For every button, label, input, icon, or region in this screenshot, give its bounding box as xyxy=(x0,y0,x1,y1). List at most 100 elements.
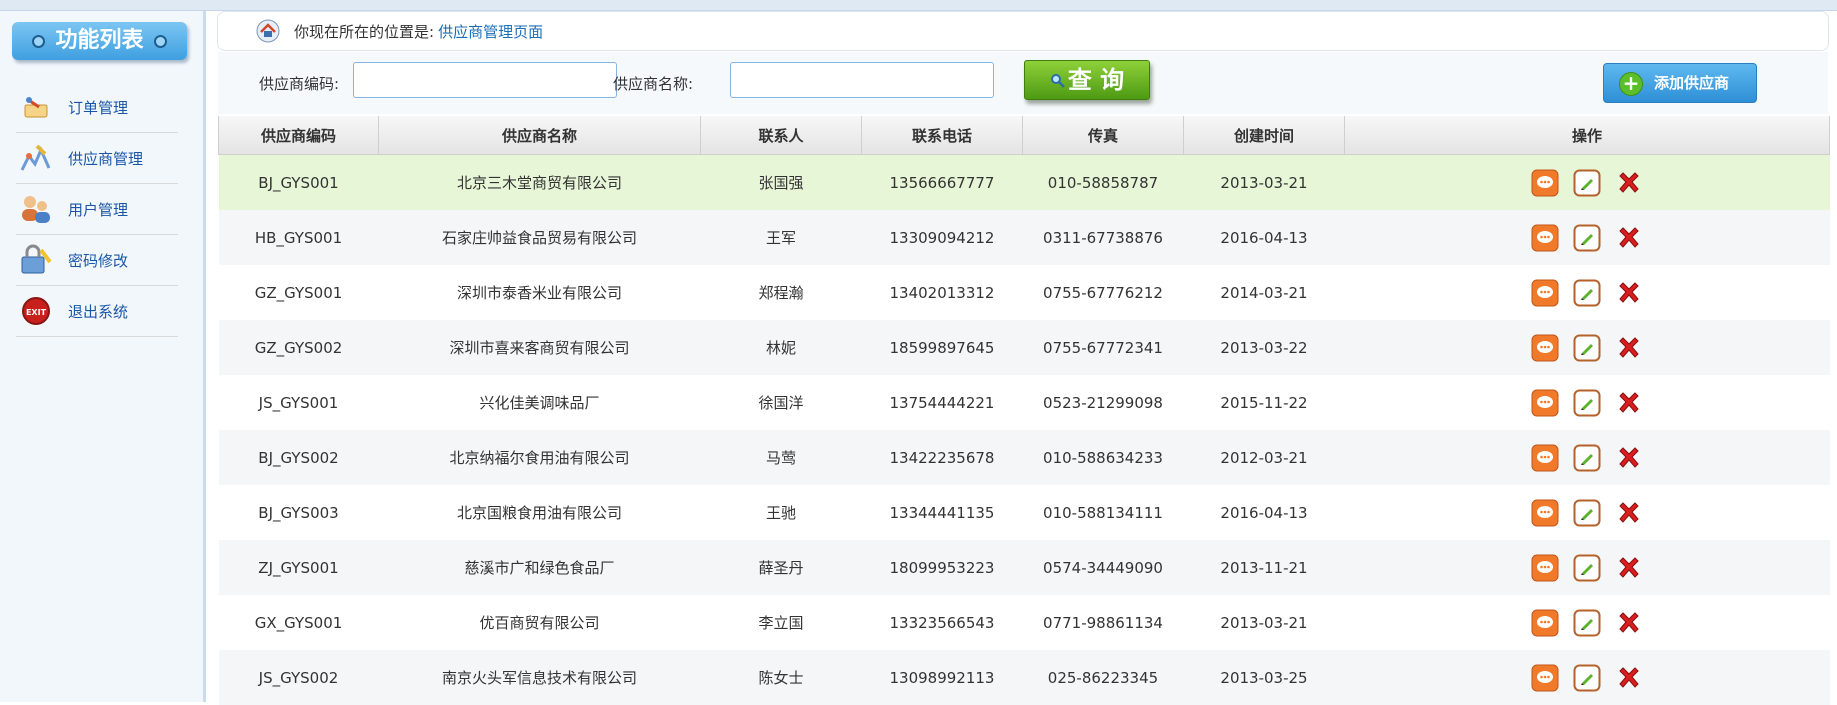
cell-actions xyxy=(1345,375,1830,430)
delete-icon[interactable] xyxy=(1615,334,1643,362)
users-icon xyxy=(18,191,54,227)
cell-contact: 林妮 xyxy=(700,320,862,375)
query-button[interactable]: 查 询 xyxy=(1024,60,1150,100)
view-icon[interactable] xyxy=(1531,279,1559,307)
header-actions: 操作 xyxy=(1344,116,1830,155)
cell-code: BJ_GYS001 xyxy=(218,154,379,210)
cell-actions xyxy=(1344,650,1830,705)
cell-phone: 13566667777 xyxy=(861,154,1023,210)
view-icon[interactable] xyxy=(1531,554,1559,582)
sidebar-item-exit[interactable]: EXIT 退出系统 xyxy=(16,286,178,337)
table-row[interactable]: JS_GYS001 兴化佳美调味品厂 徐国洋 13754444221 0523-… xyxy=(219,375,1830,430)
sidebar-item-orders[interactable]: 订单管理 xyxy=(16,82,178,133)
edit-icon[interactable] xyxy=(1573,554,1601,582)
edit-icon[interactable] xyxy=(1573,279,1601,307)
cell-contact: 李立国 xyxy=(758,614,804,632)
edit-icon[interactable] xyxy=(1573,499,1601,527)
sidebar-title: 功能列表 xyxy=(12,22,187,60)
table-row[interactable]: BJ_GYS002 北京纳福尔食用油有限公司 马莺 13422235678 01… xyxy=(218,430,1830,485)
header-name[interactable]: 供应商名称 xyxy=(378,116,701,155)
edit-icon[interactable] xyxy=(1573,444,1601,472)
view-icon[interactable] xyxy=(1531,334,1559,362)
title-dot-icon xyxy=(153,34,167,48)
cell-code: JS_GYS001 xyxy=(258,393,339,412)
view-icon[interactable] xyxy=(1531,389,1559,417)
table-row[interactable]: HB_GYS001 石家庄帅益食品贸易有限公司 王军 13309094212 0… xyxy=(218,210,1830,265)
view-icon[interactable] xyxy=(1531,169,1559,197)
cell-code: GZ_GYS001 xyxy=(254,283,343,302)
supplier-name-input[interactable] xyxy=(730,62,994,98)
cell-contact: 马莺 xyxy=(700,430,862,485)
edit-icon[interactable] xyxy=(1573,334,1601,362)
sidebar-item-suppliers[interactable]: 供应商管理 xyxy=(16,133,178,184)
cell-created: 2013-03-21 xyxy=(1183,154,1345,210)
table-row[interactable]: JS_GYS002 南京火头军信息技术有限公司 陈女士 13098992113 … xyxy=(218,650,1830,705)
cell-code: JS_GYS002 xyxy=(218,650,379,705)
home-icon[interactable] xyxy=(255,19,281,47)
edit-icon[interactable] xyxy=(1573,664,1601,692)
cell-phone: 13323566543 xyxy=(889,613,995,632)
delete-icon[interactable] xyxy=(1615,224,1643,252)
cell-actions xyxy=(1345,595,1830,650)
table-row[interactable]: GZ_GYS002 深圳市喜来客商贸有限公司 林妮 18599897645 07… xyxy=(218,320,1830,375)
edit-icon[interactable] xyxy=(1573,609,1601,637)
view-icon[interactable] xyxy=(1531,444,1559,472)
cell-fax: 0574-34449090 xyxy=(1022,540,1184,595)
edit-icon[interactable] xyxy=(1573,224,1601,252)
edit-icon[interactable] xyxy=(1573,389,1601,417)
cell-name: 北京三木堂商贸有限公司 xyxy=(378,154,701,210)
exit-icon: EXIT xyxy=(18,293,54,329)
header-created[interactable]: 创建时间 xyxy=(1183,116,1345,155)
breadcrumb-current[interactable]: 供应商管理页面 xyxy=(438,23,543,41)
cell-name: 优百商贸有限公司 xyxy=(479,614,600,632)
sidebar-item-users[interactable]: 用户管理 xyxy=(16,184,178,235)
view-icon[interactable] xyxy=(1531,499,1559,527)
delete-icon[interactable] xyxy=(1615,444,1643,472)
table-row[interactable]: BJ_GYS001 北京三木堂商贸有限公司 张国强 13566667777 01… xyxy=(218,154,1830,210)
edit-icon[interactable] xyxy=(1573,169,1601,197)
view-icon[interactable] xyxy=(1531,664,1559,692)
breadcrumb: 你现在所在的位置是: 供应商管理页面 xyxy=(217,11,1829,51)
cell-fax: 010-58858787 xyxy=(1022,154,1184,210)
sidebar-item-password[interactable]: 密码修改 xyxy=(16,235,178,286)
delete-icon[interactable] xyxy=(1615,169,1643,197)
supplier-name-label: 供应商名称: xyxy=(613,75,694,93)
table-row[interactable]: BJ_GYS003 北京国粮食用油有限公司 王驰 13344441135 010… xyxy=(219,485,1830,540)
view-icon[interactable] xyxy=(1531,224,1559,252)
add-supplier-button[interactable]: + 添加供应商 xyxy=(1603,63,1757,103)
cell-phone: 18099953223 xyxy=(861,540,1023,595)
table-row[interactable]: GZ_GYS001 深圳市泰香米业有限公司 郑程瀚 13402013312 07… xyxy=(219,265,1830,320)
table-row[interactable]: ZJ_GYS001 慈溪市广和绿色食品厂 薛圣丹 18099953223 057… xyxy=(218,540,1830,595)
cell-code: HB_GYS001 xyxy=(218,210,379,265)
cell-contact: 王驰 xyxy=(765,504,796,522)
breadcrumb-text: 你现在所在的位置是: 供应商管理页面 xyxy=(294,23,544,41)
cell-fax: 010-588634233 xyxy=(1022,430,1184,485)
delete-icon[interactable] xyxy=(1615,664,1643,692)
supplier-icon xyxy=(18,140,54,176)
header-code[interactable]: 供应商编码 xyxy=(218,116,379,155)
delete-icon[interactable] xyxy=(1615,279,1643,307)
delete-icon[interactable] xyxy=(1615,609,1643,637)
view-icon[interactable] xyxy=(1531,609,1559,637)
cell-phone: 18599897645 xyxy=(861,320,1023,375)
supplier-code-input[interactable] xyxy=(353,62,617,98)
delete-icon[interactable] xyxy=(1615,499,1643,527)
header-contact[interactable]: 联系人 xyxy=(700,116,862,155)
cell-fax: 0771-98861134 xyxy=(1043,613,1163,632)
cell-actions xyxy=(1345,265,1830,320)
cell-created: 2016-04-13 xyxy=(1220,503,1308,522)
supplier-code-label: 供应商编码: xyxy=(259,75,340,93)
cell-created: 2013-03-22 xyxy=(1183,320,1345,375)
top-bar xyxy=(0,0,1837,11)
table-row[interactable]: GX_GYS001 优百商贸有限公司 李立国 13323566543 0771-… xyxy=(219,595,1830,650)
plus-icon: + xyxy=(1619,72,1643,96)
title-dot-icon xyxy=(32,34,46,48)
sidebar: 功能列表 订单管理 供应商管理 用户管理 密码修改 EXIT 退出系统 xyxy=(0,11,206,702)
delete-icon[interactable] xyxy=(1615,554,1643,582)
cell-name: 慈溪市广和绿色食品厂 xyxy=(378,540,701,595)
cell-name: 深圳市喜来客商贸有限公司 xyxy=(378,320,701,375)
header-phone[interactable]: 联系电话 xyxy=(861,116,1023,155)
header-fax[interactable]: 传真 xyxy=(1022,116,1184,155)
cell-phone: 13422235678 xyxy=(861,430,1023,485)
delete-icon[interactable] xyxy=(1615,389,1643,417)
